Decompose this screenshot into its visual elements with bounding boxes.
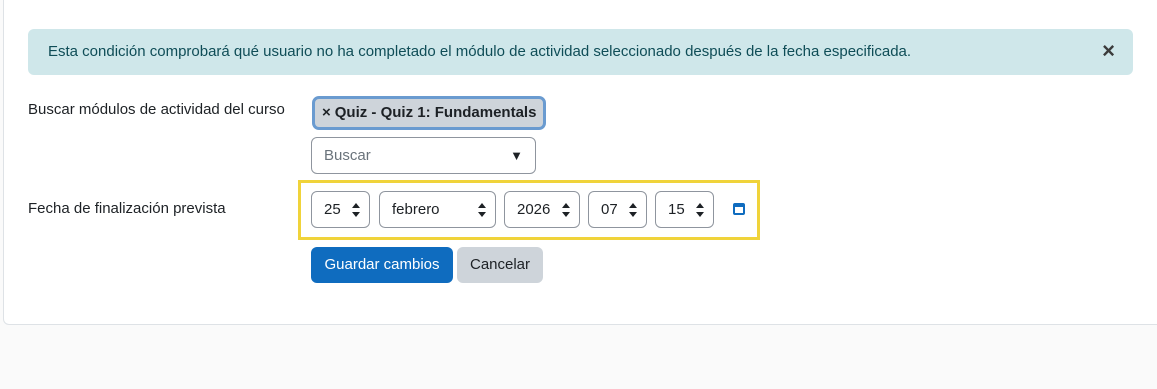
day-value: 25 [324,201,341,218]
minute-select[interactable]: 15 [655,191,714,228]
selected-activity-chip[interactable]: × Quiz - Quiz 1: Fundamentals [312,96,547,130]
hour-select[interactable]: 07 [588,191,647,228]
sort-arrows-icon [696,203,704,217]
completion-date-label: Fecha de finalización prevista [28,200,226,217]
day-select[interactable]: 25 [311,191,370,228]
sort-arrows-icon [478,203,486,217]
year-select[interactable]: 2026 [504,191,580,228]
sort-arrows-icon [562,203,570,217]
save-button[interactable]: Guardar cambios [311,247,453,283]
search-placeholder: Buscar [324,147,371,164]
chip-label: Quiz - Quiz 1: Fundamentals [334,104,537,121]
remove-chip-icon[interactable]: × [322,104,331,121]
sort-arrows-icon [629,203,637,217]
activity-search-input[interactable]: Buscar ▼ [311,137,536,174]
close-icon[interactable]: × [1102,40,1115,62]
cancel-button[interactable]: Cancelar [457,247,543,283]
hour-value: 07 [601,201,618,218]
sort-arrows-icon [352,203,360,217]
month-value: febrero [392,201,440,218]
calendar-icon[interactable] [733,203,745,215]
year-value: 2026 [517,201,551,218]
alert-message: Esta condición comprobará qué usuario no… [48,43,912,60]
month-select[interactable]: febrero [379,191,496,228]
minute-value: 15 [668,201,685,218]
activity-modules-label: Buscar módulos de actividad del curso [28,101,285,118]
dropdown-arrow-icon[interactable]: ▼ [510,138,523,173]
info-alert: Esta condición comprobará qué usuario no… [28,29,1133,75]
